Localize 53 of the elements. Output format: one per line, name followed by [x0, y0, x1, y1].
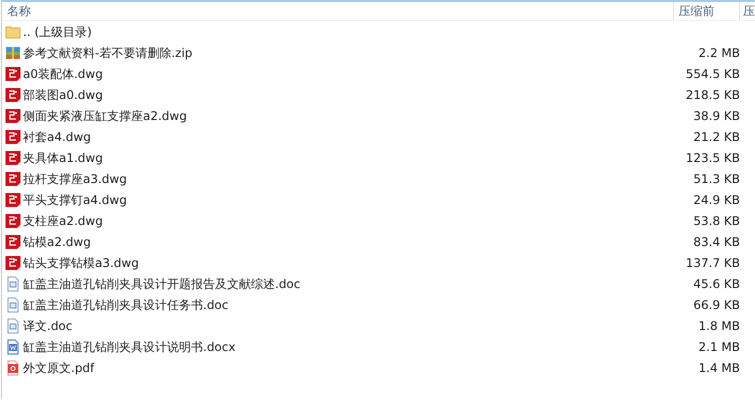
- file-size: 2.2 MB: [698, 46, 740, 60]
- column-header[interactable]: 压: [740, 2, 755, 20]
- file-size: 38.9 KB: [693, 108, 740, 122]
- file-size: 2.1 MB: [698, 340, 740, 354]
- archive-icon: [5, 44, 21, 60]
- drawing-file-icon: [5, 150, 21, 166]
- file-name[interactable]: 支柱座a2.dwg: [23, 212, 103, 230]
- file-name[interactable]: 参考文献资料-若不要请删除.zip: [23, 44, 192, 62]
- file-size: 24.9 KB: [693, 192, 740, 206]
- drawing-file-icon: [5, 128, 21, 144]
- document-icon: [5, 276, 21, 292]
- file-size: 1.4 MB: [698, 360, 740, 374]
- file-name[interactable]: 部装图a0.dwg: [23, 86, 103, 104]
- file-name[interactable]: 钻头支撑钻模a3.dwg: [23, 254, 139, 272]
- file-name[interactable]: 缸盖主油道孔钻削夹具设计任务书.doc: [23, 296, 228, 314]
- file-size: 1.8 MB: [698, 318, 740, 332]
- file-size: 83.4 KB: [693, 234, 740, 248]
- file-size: 51.3 KB: [693, 172, 740, 186]
- drawing-file-icon: [5, 108, 21, 124]
- drawing-file-icon: [5, 66, 21, 82]
- file-name[interactable]: 译文.doc: [23, 316, 72, 334]
- file-size: 554.5 KB: [686, 66, 740, 80]
- document-icon: [5, 296, 21, 312]
- document-icon: [5, 318, 21, 334]
- file-size: 21.2 KB: [693, 130, 740, 144]
- file-size: 45.6 KB: [693, 276, 740, 290]
- pdf-file-icon: [5, 360, 21, 376]
- file-name[interactable]: 夹具体a1.dwg: [23, 148, 103, 166]
- file-name[interactable]: 缸盖主油道孔钻削夹具设计开题报告及文献综述.doc: [23, 274, 300, 292]
- folder-icon: [5, 24, 21, 40]
- drawing-file-icon: [5, 212, 21, 228]
- drawing-file-icon: [5, 234, 21, 250]
- file-name[interactable]: .. (上级目录): [23, 22, 92, 40]
- drawing-file-icon: [5, 170, 21, 186]
- file-name[interactable]: 缸盖主油道孔钻削夹具设计说明书.docx: [23, 338, 236, 356]
- file-name[interactable]: 拉杆支撑座a3.dwg: [23, 170, 127, 188]
- file-size: 53.8 KB: [693, 214, 740, 228]
- file-name[interactable]: 钻模a2.dwg: [23, 232, 91, 250]
- column-header[interactable]: 压缩前: [674, 2, 740, 20]
- file-size: 137.7 KB: [686, 256, 740, 270]
- drawing-file-icon: [5, 86, 21, 102]
- file-name[interactable]: 外文原文.pdf: [23, 358, 94, 376]
- file-size: 66.9 KB: [693, 298, 740, 312]
- column-header[interactable]: 名称: [2, 2, 674, 20]
- file-name[interactable]: 衬套a4.dwg: [23, 128, 91, 146]
- document-icon: [5, 338, 21, 354]
- file-name[interactable]: 平头支撑钉a4.dwg: [23, 190, 127, 208]
- file-name[interactable]: a0装配体.dwg: [23, 64, 103, 82]
- file-size: 218.5 KB: [686, 88, 740, 102]
- file-name[interactable]: 侧面夹紧液压缸支撑座a2.dwg: [23, 106, 187, 124]
- file-size: 123.5 KB: [686, 150, 740, 164]
- drawing-file-icon: [5, 192, 21, 208]
- drawing-file-icon: [5, 254, 21, 270]
